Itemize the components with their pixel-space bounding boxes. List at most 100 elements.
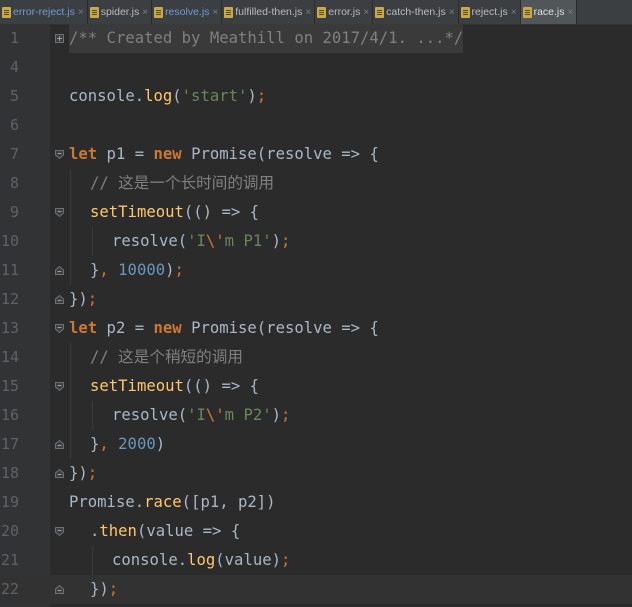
editor-tab-label: error.js (328, 6, 361, 18)
code-line: 9 setTimeout(() => { (0, 198, 632, 227)
code-line: 5 console.log('start'); (0, 82, 632, 111)
line-number: 16 (0, 406, 19, 424)
editor-tab-label: fulfilled-then.js (235, 6, 303, 18)
editor-tab[interactable]: race.js × (520, 0, 578, 24)
code-text: }); (69, 464, 98, 482)
fold-collapsed-icon[interactable] (55, 34, 64, 43)
line-number: 4 (9, 58, 19, 76)
line-number: 7 (9, 145, 19, 163)
fold-expanded-icon[interactable] (55, 324, 64, 333)
line-number: 13 (0, 319, 19, 337)
js-file-icon (89, 6, 99, 18)
folded-header-comment[interactable]: /** Created by Meathill on 2017/4/1. ...… (69, 24, 464, 53)
line-number: 8 (9, 174, 19, 192)
code-text: resolve('I\'m P2'); (112, 406, 291, 424)
line-number: 9 (9, 203, 19, 221)
code-line: 17 }, 2000) (0, 430, 632, 459)
fold-end-icon[interactable] (55, 469, 64, 478)
code-line: 11 }, 10000); (0, 256, 632, 285)
close-tab-icon[interactable]: × (142, 7, 148, 18)
code-line: 1 /** Created by Meathill on 2017/4/1. .… (0, 24, 632, 53)
line-number: 21 (0, 551, 19, 569)
js-file-icon (460, 6, 470, 18)
fold-end-icon[interactable] (55, 266, 64, 275)
code-line: 14 // 这是个稍短的调用 (0, 343, 632, 372)
line-number: 20 (0, 522, 19, 540)
js-file-icon (154, 6, 164, 18)
code-line: 7 let p1 = new Promise(resolve => { (0, 140, 632, 169)
indent-guide (70, 343, 71, 459)
code-line: 18 }); (0, 459, 632, 488)
line-number: 22 (0, 580, 19, 598)
indent-guide (92, 401, 93, 430)
code-line-current: 22 }); (0, 575, 632, 604)
editor-tab-label: reject.js (471, 6, 508, 18)
code-line: 19 Promise.race([p1, p2]) (0, 488, 632, 517)
line-number: 12 (0, 290, 19, 308)
fold-end-icon[interactable] (55, 585, 64, 594)
code-text: }, 10000); (90, 261, 184, 279)
code-text: console.log('start'); (69, 87, 267, 105)
js-file-icon (317, 6, 327, 18)
code-text: let p1 = new Promise(resolve => { (69, 145, 379, 163)
close-tab-icon[interactable]: × (363, 7, 369, 18)
editor-tab[interactable]: reject.js × (459, 0, 521, 24)
indent-guide (70, 169, 71, 285)
line-number: 15 (0, 377, 19, 395)
code-text: console.log(value); (112, 551, 291, 569)
editor-tab-label: race.js (533, 6, 565, 18)
line-number: 19 (0, 493, 19, 511)
editor-tab-label: error-reject.js (13, 6, 75, 18)
fold-end-icon[interactable] (55, 295, 64, 304)
line-number: 1 (9, 29, 19, 47)
code-text: Promise.race([p1, p2]) (69, 493, 276, 511)
line-number: 11 (0, 261, 19, 279)
line-number: 17 (0, 435, 19, 453)
editor-tab-label: catch-then.js (386, 6, 446, 18)
line-number: 10 (0, 232, 19, 250)
editor-tab[interactable]: resolve.js × (152, 0, 223, 24)
code-line: 8 // 这是一个长时间的调用 (0, 169, 632, 198)
close-tab-icon[interactable]: × (568, 7, 574, 18)
code-text: .then(value => { (90, 522, 241, 540)
code-line: 12 }); (0, 285, 632, 314)
code-text: let p2 = new Promise(resolve => { (69, 319, 379, 337)
code-comment: // 这是个稍短的调用 (90, 348, 243, 366)
code-comment: // 这是一个长时间的调用 (90, 174, 275, 192)
editor-tab[interactable]: error-reject.js × (0, 0, 88, 24)
editor-tab[interactable]: spider.js × (88, 0, 153, 24)
editor-tab[interactable]: fulfilled-then.js × (222, 0, 316, 24)
code-line: 4 (0, 53, 632, 82)
code-line: 16 resolve('I\'m P2'); (0, 401, 632, 430)
code-line: 10 resolve('I\'m P1'); (0, 227, 632, 256)
code-text: }); (69, 290, 98, 308)
editor-tab-label: spider.js (100, 6, 140, 18)
fold-end-icon[interactable] (55, 440, 64, 449)
fold-expanded-icon[interactable] (55, 382, 64, 391)
line-number: 6 (9, 116, 19, 134)
indent-guide (92, 227, 93, 256)
code-editor[interactable]: 1 /** Created by Meathill on 2017/4/1. .… (0, 24, 632, 607)
fold-expanded-icon[interactable] (55, 527, 64, 536)
line-number: 18 (0, 464, 19, 482)
line-number: 5 (9, 87, 19, 105)
editor-tab-bar: error-reject.js × spider.js × resolve.js × ful… (0, 0, 632, 25)
js-file-icon (224, 6, 234, 18)
fold-expanded-icon[interactable] (55, 208, 64, 217)
close-tab-icon[interactable]: × (212, 7, 218, 18)
js-file-icon (522, 6, 532, 18)
code-text: resolve('I\'m P1'); (112, 232, 291, 250)
js-file-icon (2, 6, 11, 18)
indent-guide (92, 546, 93, 575)
close-tab-icon[interactable]: × (511, 7, 517, 18)
close-tab-icon[interactable]: × (305, 7, 311, 18)
line-number: 14 (0, 348, 19, 366)
code-line: 20 .then(value => { (0, 517, 632, 546)
close-tab-icon[interactable]: × (78, 7, 84, 18)
editor-tab[interactable]: catch-then.js × (373, 0, 459, 24)
fold-expanded-icon[interactable] (55, 150, 64, 159)
editor-tab-label: resolve.js (165, 6, 210, 18)
code-text: setTimeout(() => { (90, 377, 259, 395)
editor-tab[interactable]: error.js × (315, 0, 374, 24)
close-tab-icon[interactable]: × (449, 7, 455, 18)
